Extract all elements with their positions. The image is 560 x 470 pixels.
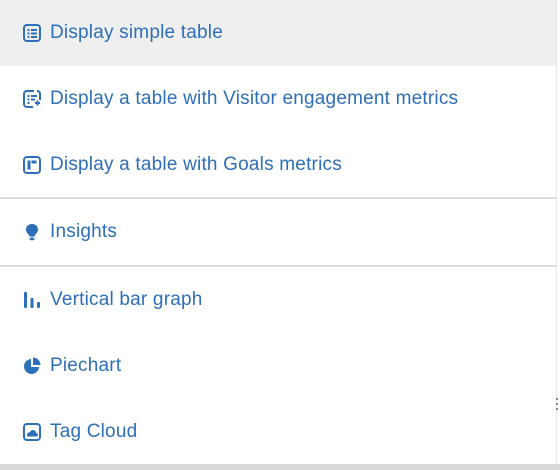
visualization-menu: Display simple table Display a table wit… <box>0 0 556 470</box>
menu-item-visitor-engagement-table[interactable]: Display a table with Visitor engagement … <box>0 66 556 132</box>
menu-item-goals-table[interactable]: Display a table with Goals metrics <box>0 132 556 198</box>
menu-item-label: Display simple table <box>50 22 223 43</box>
menu-item-label: Display a table with Visitor engagement … <box>50 88 459 109</box>
menu-item-label: Piechart <box>50 355 122 376</box>
menu-item-label: Display a table with Goals metrics <box>50 154 342 175</box>
resize-handle-icon[interactable] <box>556 398 559 412</box>
menu-item-label: Tag Cloud <box>50 421 138 442</box>
menu-item-piechart[interactable]: Piechart <box>0 333 556 399</box>
menu-item-vertical-bar-graph[interactable]: Vertical bar graph <box>0 267 556 333</box>
menu-item-tag-cloud[interactable]: Tag Cloud <box>0 399 556 465</box>
table-edit-icon <box>22 89 42 109</box>
menu-item-label: Vertical bar graph <box>50 289 203 310</box>
tag-cloud-icon <box>22 422 42 442</box>
goals-table-icon <box>22 155 42 175</box>
pie-chart-icon <box>22 356 42 376</box>
lightbulb-icon <box>22 222 42 242</box>
menu-item-insights[interactable]: Insights <box>0 199 556 265</box>
menu-item-display-simple-table[interactable]: Display simple table <box>0 0 556 66</box>
menu-item-label: Insights <box>50 221 118 242</box>
bar-chart-icon <box>22 290 42 310</box>
list-table-icon <box>22 23 42 43</box>
menu-bottom-border <box>0 464 560 470</box>
